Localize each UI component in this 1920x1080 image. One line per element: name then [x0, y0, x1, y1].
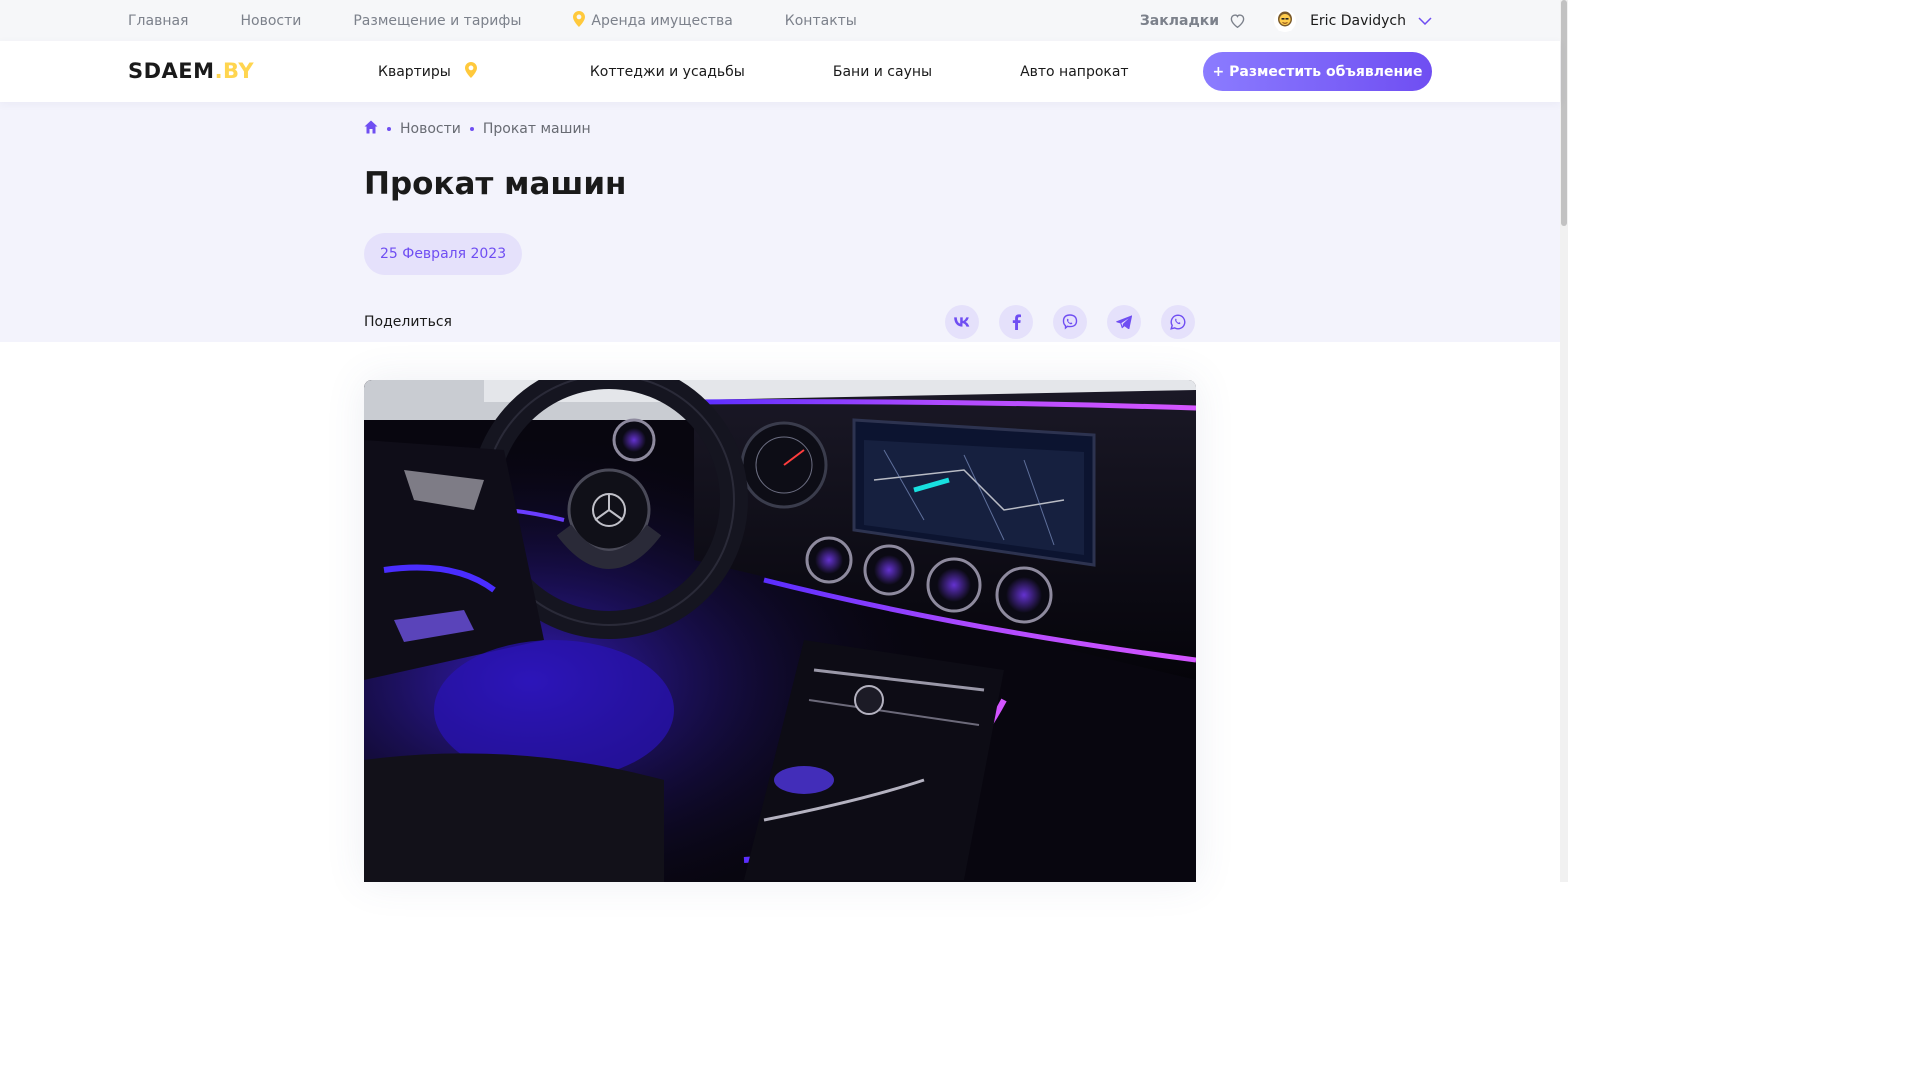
top-nav-contacts[interactable]: Контакты: [785, 13, 857, 29]
scrollbar-thumb[interactable]: [1561, 0, 1567, 226]
breadcrumb-news[interactable]: Новости: [400, 121, 461, 137]
main-nav-cottages[interactable]: Коттеджи и усадьбы: [590, 64, 745, 80]
facebook-icon: [1012, 314, 1021, 330]
telegram-icon: [1116, 315, 1132, 329]
scrollbar[interactable]: [1560, 0, 1568, 882]
top-utility-bar: Главная Новости Размещение и тарифы Арен…: [0, 0, 1560, 41]
share-vk-button[interactable]: [945, 305, 979, 339]
vk-icon: [954, 317, 970, 327]
page-title: Прокат машин: [364, 166, 627, 202]
main-nav-apartments-label: Квартиры: [378, 63, 451, 80]
breadcrumb-separator: [469, 127, 474, 131]
top-nav-home[interactable]: Главная: [128, 13, 188, 29]
article-image: [364, 380, 1196, 882]
logo[interactable]: SDAEM.BY: [128, 59, 254, 83]
viber-icon: [1062, 314, 1078, 330]
user-name: Eric Davidych: [1310, 12, 1406, 29]
map-pin-icon: [464, 61, 477, 82]
user-menu[interactable]: Eric Davidych: [1274, 9, 1432, 32]
main-nav-car-rent[interactable]: Авто напрокат: [1020, 64, 1129, 80]
bookmarks-link[interactable]: Закладки: [1140, 13, 1246, 29]
home-icon[interactable]: [364, 120, 378, 138]
main-header: SDAEM.BY Квартиры Коттеджи и усадьбы Бан…: [0, 41, 1560, 102]
top-nav-tariffs[interactable]: Размещение и тарифы: [353, 13, 521, 29]
share-facebook-button[interactable]: [999, 305, 1033, 339]
share-whatsapp-button[interactable]: [1161, 305, 1195, 339]
avatar: [1274, 9, 1297, 32]
share-telegram-button[interactable]: [1107, 305, 1141, 339]
post-ad-button[interactable]: + Разместить объявление: [1203, 52, 1432, 91]
top-nav: Главная Новости Размещение и тарифы Арен…: [128, 0, 857, 41]
main-nav: Квартиры Коттеджи и усадьбы Бани и сауны…: [378, 41, 1129, 102]
top-nav-rent[interactable]: Аренда имущества: [573, 10, 733, 31]
breadcrumb-current: Прокат машин: [482, 121, 591, 137]
logo-suffix: .BY: [214, 59, 255, 83]
share-label: Поделиться: [364, 314, 452, 330]
whatsapp-icon: [1170, 314, 1186, 330]
article-hero: Новости Прокат машин Прокат машин 25 Фев…: [0, 102, 1560, 342]
chevron-down-icon: [1418, 16, 1432, 25]
main-nav-saunas[interactable]: Бани и сауны: [833, 64, 932, 80]
share-viber-button[interactable]: [1053, 305, 1087, 339]
heart-icon: [1230, 14, 1245, 28]
top-right-area: Закладки Eric Davidych: [1140, 0, 1432, 41]
date-badge: 25 Февраля 2023: [364, 233, 523, 275]
top-nav-news[interactable]: Новости: [240, 13, 301, 29]
car-interior-illustration: [364, 380, 1196, 882]
main-nav-apartments[interactable]: Квартиры: [378, 61, 477, 82]
bookmarks-label: Закладки: [1139, 12, 1220, 29]
breadcrumb-separator: [387, 127, 391, 131]
social-share-buttons: [945, 305, 1195, 339]
breadcrumb: Новости Прокат машин: [364, 120, 591, 138]
map-pin-icon: [573, 10, 586, 31]
top-nav-rent-label: Аренда имущества: [591, 12, 733, 29]
logo-main: SDAEM: [128, 59, 215, 83]
